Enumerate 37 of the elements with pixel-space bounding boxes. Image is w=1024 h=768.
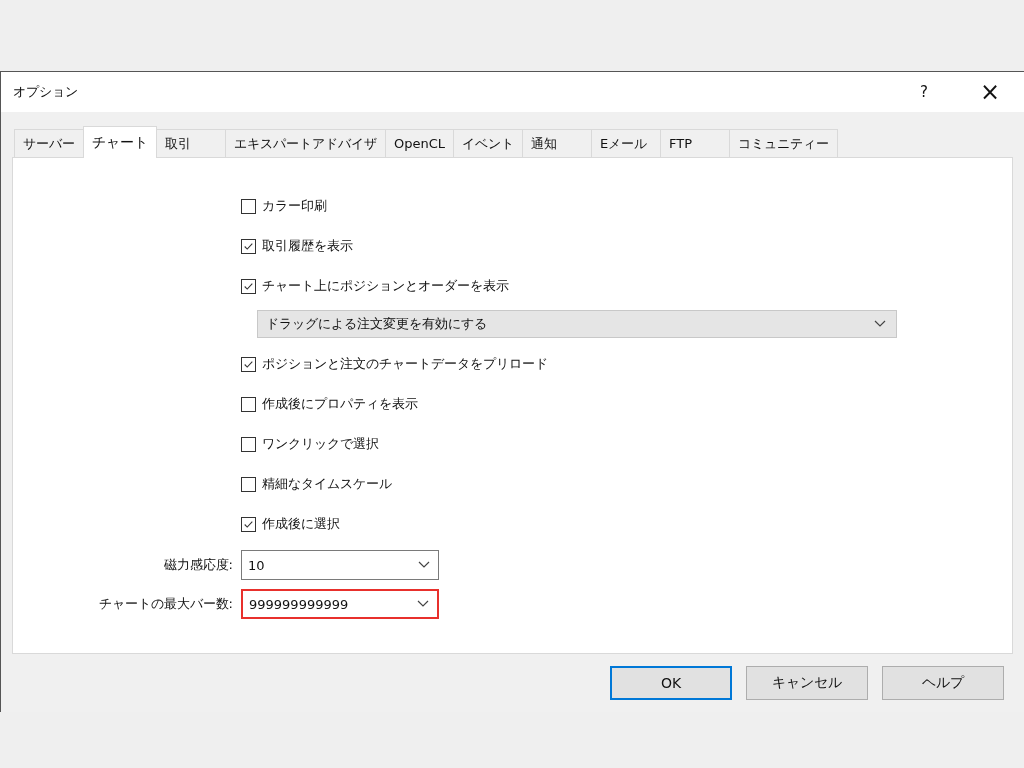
checkbox[interactable] (241, 476, 256, 492)
checkbox-label: ワンクリックで選択 (262, 435, 379, 453)
checkbox[interactable] (241, 436, 256, 452)
combo-box[interactable]: 10 (241, 550, 439, 580)
checkmark-icon (243, 358, 254, 370)
tab[interactable]: サーバー (14, 129, 84, 157)
help-button[interactable]: ? (894, 74, 954, 110)
checkbox-label: 作成後にプロパティを表示 (262, 395, 418, 413)
checkbox[interactable] (241, 516, 256, 532)
field-label: 磁力感応度: (162, 556, 233, 574)
chevron-down-icon (874, 320, 886, 328)
checkbox[interactable] (241, 198, 256, 214)
dialog-button[interactable]: OK (610, 666, 732, 700)
checkbox-label: ポジションと注文のチャートデータをプリロード (262, 355, 548, 373)
combo-box[interactable]: 999999999999 (241, 589, 439, 619)
chevron-down-icon (418, 561, 430, 569)
chevron-down-icon (417, 600, 429, 608)
dropdown[interactable]: ドラッグによる注文変更を有効にする (257, 310, 897, 338)
dialog-button[interactable]: ヘルプ (882, 666, 1004, 700)
checkmark-icon (243, 280, 254, 292)
checkbox-label: チャート上にポジションとオーダーを表示 (262, 277, 509, 295)
checkbox-label: 取引履歴を表示 (262, 237, 353, 255)
dialog-button[interactable]: キャンセル (746, 666, 868, 700)
checkbox[interactable] (241, 238, 256, 254)
tab[interactable]: コミュニティー (729, 129, 839, 157)
checkmark-icon (243, 240, 254, 252)
checkmark-icon (243, 518, 254, 530)
tab[interactable]: チャート (83, 126, 157, 158)
checkbox[interactable] (241, 356, 256, 372)
checkbox-label: 作成後に選択 (262, 515, 340, 533)
window-title: オプション (13, 83, 79, 101)
checkbox-label: カラー印刷 (262, 197, 327, 215)
field-label: チャートの最大バー数: (97, 595, 233, 613)
checkbox[interactable] (241, 278, 256, 294)
close-button[interactable]: × (960, 74, 1020, 110)
checkbox[interactable] (241, 396, 256, 412)
checkbox-label: 精細なタイムスケール (262, 475, 392, 493)
